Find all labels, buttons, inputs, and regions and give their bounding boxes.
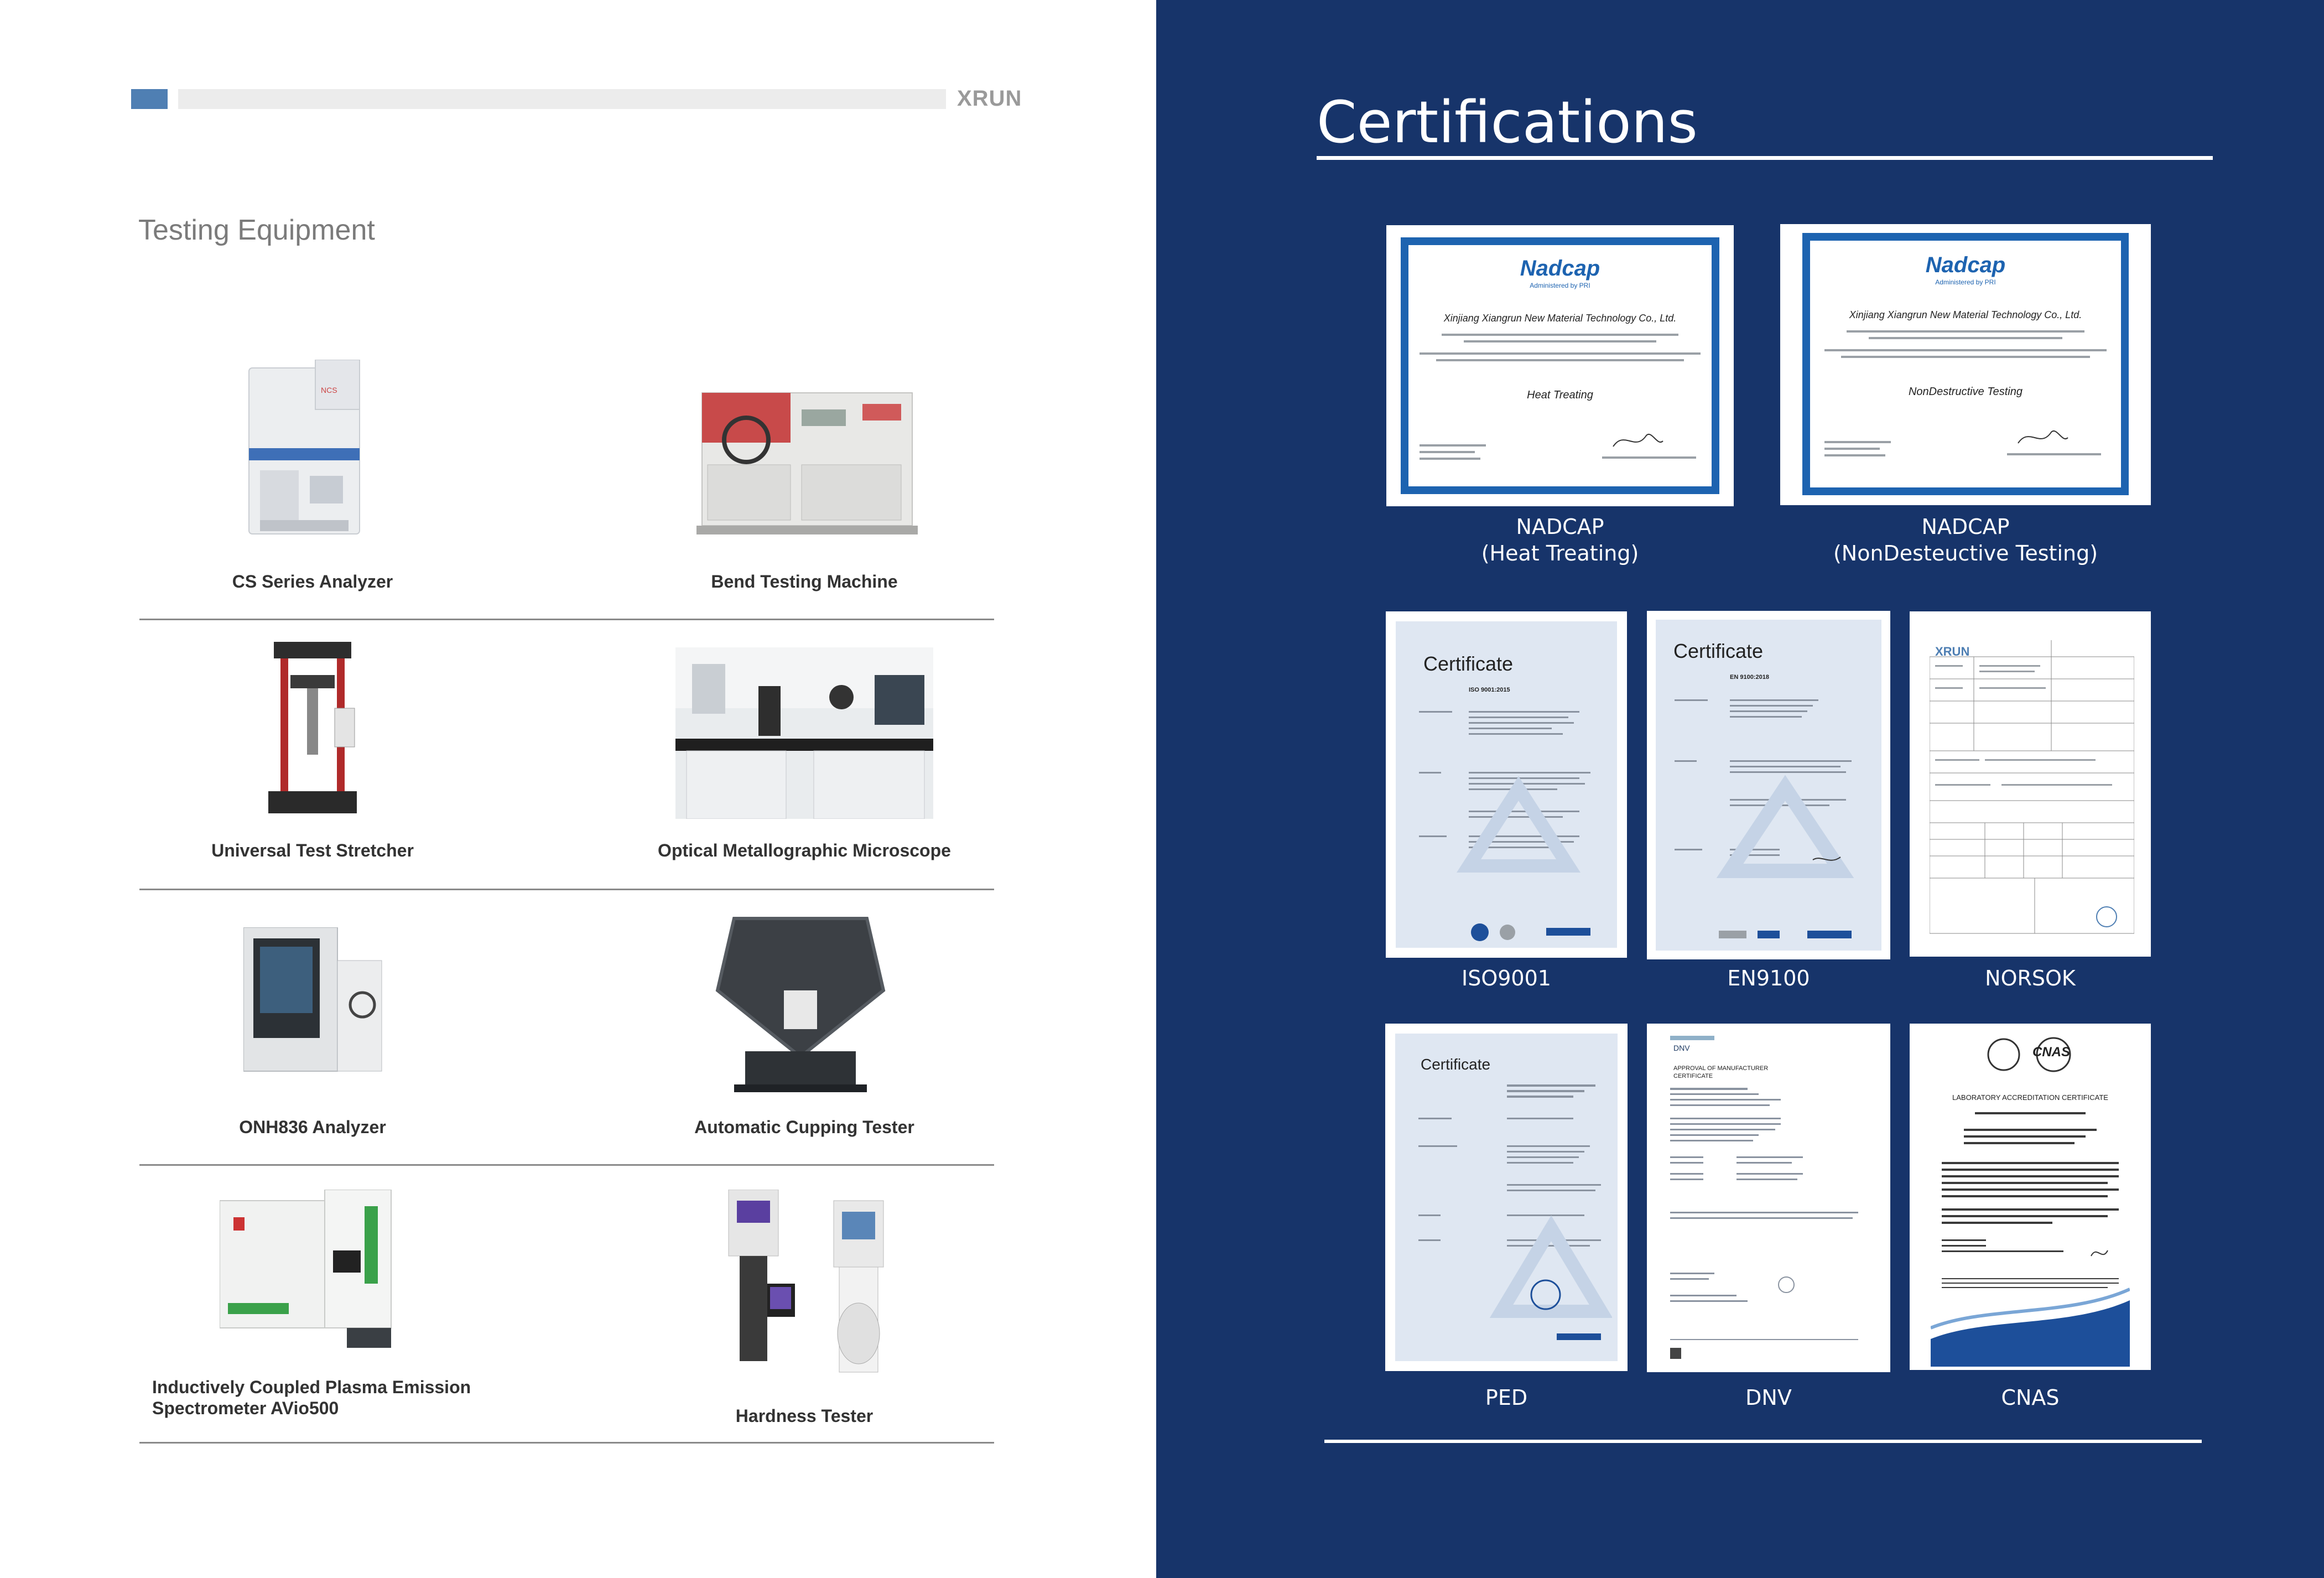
dnv-certificate: DNV APPROVAL OF MANUFACTURER CERTIFICATE (1647, 1024, 1890, 1372)
certificate-caption: PED (1485, 1385, 1528, 1410)
equipment-caption: Inductively Coupled Plasma Emission Spec… (152, 1377, 578, 1419)
certificate-caption: NADCAP (NonDesteuctive Testing) (1780, 513, 2151, 567)
hardness-tester-photo (728, 1190, 884, 1373)
onh-analyzer-photo (243, 927, 382, 1072)
en9100-certificate: Certificate EN 9100:2018 (1647, 611, 1890, 959)
certificate-text-lines (1420, 334, 1701, 361)
equipment-caption: Optical Metallographic Microscope (658, 840, 951, 860)
equipment-caption: Automatic Cupping Tester (694, 1117, 914, 1137)
row-divider (139, 619, 994, 620)
certificate-table (1930, 640, 2134, 934)
equipment-caption: ONH836 Analyzer (239, 1117, 386, 1137)
equipment-caption: Hardness Tester (735, 1406, 874, 1426)
page-title: Certifications (1317, 89, 1698, 156)
certificate-caption-line: NADCAP (1921, 515, 2010, 539)
equipment-caption: Bend Testing Machine (711, 572, 898, 591)
equipment-caption: Universal Test Stretcher (211, 840, 414, 860)
nadcap-ndt-certificate: Nadcap Administered by PRI Xinjiang Xian… (1780, 224, 2151, 505)
certificate-caption: EN9100 (1727, 966, 1810, 990)
equipment-item: Hardness Tester (591, 1184, 1017, 1428)
equipment-caption-line: Spectrometer AVio500 (152, 1398, 339, 1418)
svg-text:NCS: NCS (321, 386, 337, 395)
certificate-caption: CNAS (2001, 1385, 2060, 1410)
certificate-text-lines (1419, 711, 1590, 941)
row-divider (139, 889, 994, 890)
equipment-caption: CS Series Analyzer (232, 572, 393, 591)
certificate-subtitle: APPROVAL OF MANUFACTURER CERTIFICATE (1673, 1065, 1769, 1079)
certificate-standard: ISO 9001:2015 (1469, 687, 1510, 693)
certificate-text-lines (1670, 1088, 1858, 1359)
certificate-signature-block (1420, 433, 1696, 460)
certificate-heading: Certificate (1423, 652, 1514, 675)
certificate-caption: DNV (1745, 1385, 1792, 1410)
nadcap-logo: Nadcap (1520, 256, 1600, 281)
certificate-caption: ISO9001 (1462, 966, 1551, 990)
iso9001-certificate: Certificate ISO 9001:2015 (1386, 611, 1627, 958)
row-divider (139, 1164, 994, 1166)
certificate-text-lines (1675, 699, 1854, 938)
nadcap-heat-treating-certificate: Nadcap Administered by PRI Xinjiang Xian… (1386, 225, 1734, 506)
bend-machine-photo (696, 392, 918, 534)
header-accent-square (131, 89, 168, 109)
test-stretcher-photo (268, 642, 357, 813)
brand-label: XRUN (957, 86, 1022, 111)
certificate-subtitle: Administered by PRI (1935, 278, 1996, 286)
equipment-caption-line: Inductively Coupled Plasma Emission (152, 1377, 471, 1397)
section-title: Testing Equipment (138, 214, 375, 246)
nadcap-logo: Nadcap (1925, 253, 2006, 277)
equipment-item: Bend Testing Machine (591, 349, 1017, 603)
row-divider (139, 1442, 994, 1444)
certificate-text-lines (1931, 1112, 2130, 1367)
cnas-certificate: CNAS LABORATORY ACCREDITATION CERTIFICAT… (1910, 1024, 2151, 1370)
certificate-text-lines (1824, 330, 2107, 358)
equipment-item: NCS CS Series Analyzer (100, 349, 526, 603)
equipment-item: Automatic Cupping Tester (591, 913, 1017, 1145)
icp-spectrometer-photo (220, 1190, 392, 1348)
certificate-scope: NonDestructive Testing (1908, 386, 2023, 398)
equipment-item: ONH836 Analyzer (100, 913, 526, 1145)
equipment-item: Universal Test Stretcher (100, 642, 526, 885)
certificate-caption-line: NADCAP (1516, 515, 1604, 539)
equipment-item: Optical Metallographic Microscope (591, 642, 1017, 885)
certificate-scope: Heat Treating (1527, 389, 1593, 401)
certificate-caption: NORSOK (1985, 966, 2076, 990)
left-page: XRUN Testing Equipment NCS CS Series Ana… (0, 0, 1156, 1578)
certificate-heading: Certificate (1673, 640, 1764, 662)
dnv-stripe (1670, 1036, 1714, 1040)
certificate-caption: NADCAP (Heat Treating) (1386, 513, 1734, 567)
certificate-signature-block (1824, 430, 2101, 456)
equipment-item: Inductively Coupled Plasma Emission Spec… (100, 1184, 526, 1428)
bottom-divider (1324, 1440, 2202, 1443)
header-bar (178, 89, 946, 109)
certificate-text-lines (1418, 1084, 1612, 1340)
certificate-subtitle: Administered by PRI (1530, 282, 1590, 289)
certificate-standard: EN 9100:2018 (1730, 674, 1769, 681)
ped-certificate: Certificate (1385, 1024, 1628, 1371)
certificate-heading: CNAS (2032, 1045, 2071, 1060)
cs-analyzer-photo: NCS (248, 360, 360, 534)
certificate-heading: Certificate (1421, 1056, 1491, 1073)
microscope-lab-photo (675, 647, 933, 819)
title-underline (1317, 156, 2213, 160)
norsok-certificate: XRUN (1910, 611, 2151, 957)
certificate-company: Xinjiang Xiangrun New Material Technolog… (1443, 313, 1677, 324)
certificate-caption-line: (Heat Treating) (1481, 541, 1639, 565)
cupping-tester-photo (715, 917, 886, 1092)
certificate-company: Xinjiang Xiangrun New Material Technolog… (1849, 309, 2082, 320)
certificate-subtitle: LABORATORY ACCREDITATION CERTIFICATE (1952, 1093, 2108, 1102)
certificate-caption-line: (NonDesteuctive Testing) (1833, 541, 2098, 565)
certificate-heading: DNV (1673, 1044, 1690, 1052)
